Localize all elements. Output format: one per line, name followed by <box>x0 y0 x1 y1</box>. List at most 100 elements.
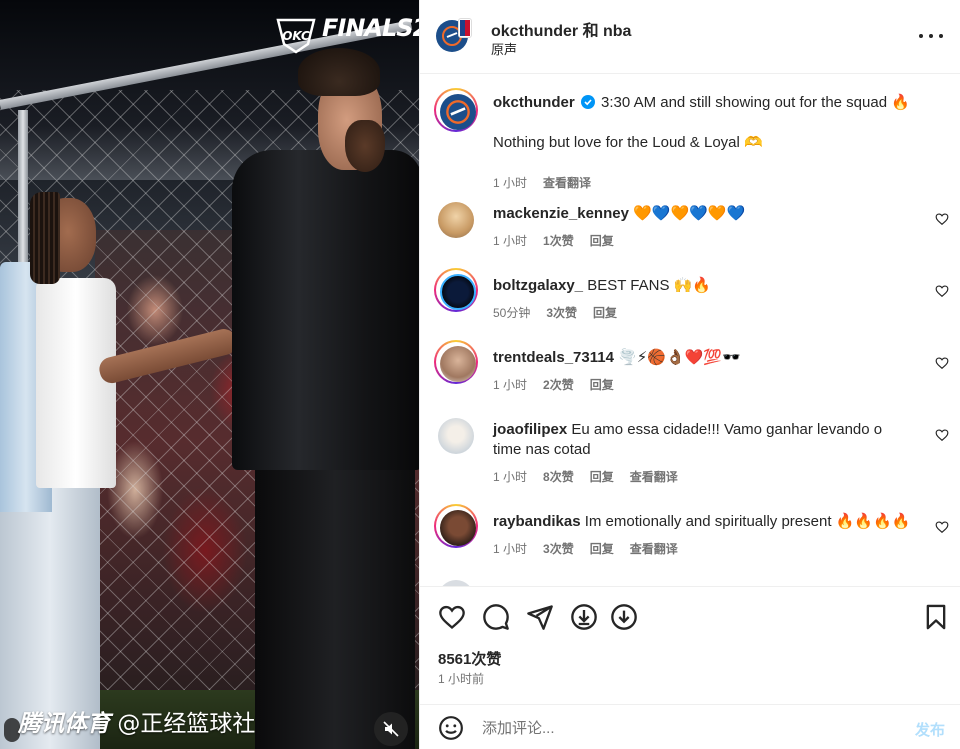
comment-body: BEST FANS 🙌🔥 <box>587 277 711 294</box>
comment-meta: 50分钟 3次赞 回复 <box>493 304 633 321</box>
comment-text: boltzgalaxy_ BEST FANS 🙌🔥 <box>493 276 913 296</box>
comment-time[interactable]: 1 小时 <box>493 378 527 392</box>
post-video[interactable]: OKC FINALS25 腾讯体育 @正经篮球社 <box>0 0 419 749</box>
comment-like-count[interactable]: 8次赞 <box>543 470 574 484</box>
player-right-beard <box>345 120 385 172</box>
comment-username[interactable]: trentdeals_73114 <box>493 349 614 366</box>
comment-like-count[interactable]: 2次赞 <box>543 378 574 392</box>
like-count[interactable]: 8561次赞 <box>438 648 501 669</box>
comment-body: 🌪️⚡🏀👌🏾❤️💯🕶️ <box>618 349 741 366</box>
post-header: okcthunder 和 nba 原声 <box>420 0 960 74</box>
download-icon[interactable] <box>570 603 598 631</box>
reply-button[interactable]: 回复 <box>590 470 614 484</box>
mute-button[interactable] <box>374 712 408 746</box>
nba-avatar[interactable] <box>458 18 472 38</box>
translate-button[interactable]: 查看翻译 <box>630 542 678 556</box>
comment-like-count[interactable]: 3次赞 <box>543 542 574 556</box>
post-comment-button[interactable]: 发布 <box>915 719 945 740</box>
more-options-button[interactable] <box>919 26 943 46</box>
watermark: 腾讯体育 @正经篮球社 <box>18 704 255 738</box>
comment-meta: 1 小时 2次赞 回复 <box>493 376 630 393</box>
comment-time[interactable]: 1 小时 <box>493 234 527 248</box>
post-author-title[interactable]: okcthunder 和 nba <box>491 17 631 41</box>
comment-username[interactable]: joaofilipex <box>493 421 567 438</box>
svg-text:OKC: OKC <box>282 29 310 43</box>
commenter-avatar <box>440 510 476 546</box>
comment-composer: 发布 <box>420 704 960 749</box>
translate-button[interactable]: 查看翻译 <box>630 470 678 484</box>
player-right-jacket <box>232 150 419 470</box>
comment-body: 🧡💙🧡💙🧡💙 <box>633 205 746 222</box>
reply-button[interactable]: 回复 <box>593 306 617 320</box>
commenter-avatar <box>440 346 476 382</box>
comments-list[interactable]: okcthunder 3:30 AM and still showing out… <box>420 74 960 586</box>
commenter-avatar[interactable] <box>438 202 474 238</box>
verified-badge-icon <box>580 95 595 109</box>
caption-username[interactable]: okcthunder <box>493 94 575 111</box>
thunder-logo-icon <box>446 100 470 124</box>
story-ring[interactable] <box>434 340 478 384</box>
dot-icon <box>929 34 933 38</box>
post-actions: 8561次赞 1 小时前 <box>420 586 960 704</box>
commenter-avatar <box>440 274 476 310</box>
comment-bubble-icon[interactable] <box>482 603 510 631</box>
comment-username[interactable]: mackenzie_kenney <box>493 205 629 222</box>
comment-username[interactable]: boltzgalaxy_ <box>493 277 583 294</box>
comment-like-count[interactable]: 1次赞 <box>543 234 574 248</box>
reply-button[interactable]: 回复 <box>590 378 614 392</box>
comment-like-count[interactable]: 3次赞 <box>546 306 577 320</box>
post-side-panel: okcthunder 和 nba 原声 okcthunder 3:30 AM a… <box>419 0 960 749</box>
like-comment-icon[interactable] <box>935 284 949 298</box>
audio-label[interactable]: 原声 <box>491 39 517 58</box>
player-right-pants <box>255 450 415 749</box>
like-comment-icon[interactable] <box>935 520 949 534</box>
emoji-icon[interactable] <box>438 715 464 741</box>
player-left-shirt <box>36 278 116 488</box>
caption-line-2: Nothing but love for the Loud & Loyal 🫶 <box>493 134 763 151</box>
dot-icon <box>939 34 943 38</box>
comment-meta: 1 小时 8次赞 回复 查看翻译 <box>493 468 694 485</box>
share-send-icon[interactable] <box>526 603 554 631</box>
comment-text: mackenzie_kenney 🧡💙🧡💙🧡💙 <box>493 204 913 224</box>
bookmark-icon[interactable] <box>922 603 950 631</box>
comment-time[interactable]: 50分钟 <box>493 306 530 320</box>
reply-button[interactable]: 回复 <box>590 234 614 248</box>
finals-label: FINALS25 <box>322 14 419 42</box>
comment-meta: 1 小时 3次赞 回复 查看翻译 <box>493 540 694 557</box>
comment-text: raybandikas Im emotionally and spiritual… <box>493 512 913 532</box>
like-heart-icon[interactable] <box>438 603 466 631</box>
like-comment-icon[interactable] <box>935 212 949 226</box>
comment-input[interactable] <box>482 717 882 739</box>
comment-time[interactable]: 1 小时 <box>493 542 527 556</box>
dot-icon <box>919 34 923 38</box>
download-circle-icon[interactable] <box>610 603 638 631</box>
like-comment-icon[interactable] <box>935 356 949 370</box>
comment-text: trentdeals_73114 🌪️⚡🏀👌🏾❤️💯🕶️ <box>493 348 913 368</box>
comment-body: Im emotionally and spiritually present 🔥… <box>584 513 911 530</box>
player-right-hair <box>298 48 380 96</box>
post-timestamp[interactable]: 1 小时前 <box>438 670 484 687</box>
okcthunder-avatar <box>440 94 476 130</box>
speaker-muted-icon <box>383 721 399 737</box>
player-left-hair <box>30 192 60 284</box>
caption-text: okcthunder 3:30 AM and still showing out… <box>493 93 953 113</box>
caption-meta: 1 小时 查看翻译 <box>493 174 607 191</box>
watermark-author: @正经篮球社 <box>117 711 256 737</box>
like-comment-icon[interactable] <box>935 428 949 442</box>
fence-post <box>18 110 28 280</box>
comment-meta: 1 小时 1次赞 回复 <box>493 232 630 249</box>
commenter-avatar[interactable] <box>438 418 474 454</box>
story-ring[interactable] <box>434 504 478 548</box>
story-ring[interactable] <box>434 88 478 132</box>
comment-time[interactable]: 1 小时 <box>493 470 527 484</box>
watermark-brand: 腾讯体育 <box>18 711 110 737</box>
translate-button[interactable]: 查看翻译 <box>543 176 591 190</box>
reply-button[interactable]: 回复 <box>590 542 614 556</box>
comment-username[interactable]: raybandikas <box>493 513 581 530</box>
okc-logo-icon: OKC <box>276 18 316 54</box>
caption-time[interactable]: 1 小时 <box>493 176 527 190</box>
nba-logo-icon <box>460 20 470 36</box>
caption-line-1: 3:30 AM and still showing out for the sq… <box>601 94 910 111</box>
story-ring[interactable] <box>434 268 478 312</box>
comment-text: joaofilipex Eu amo essa cidade!!! Vamo g… <box>493 420 913 460</box>
